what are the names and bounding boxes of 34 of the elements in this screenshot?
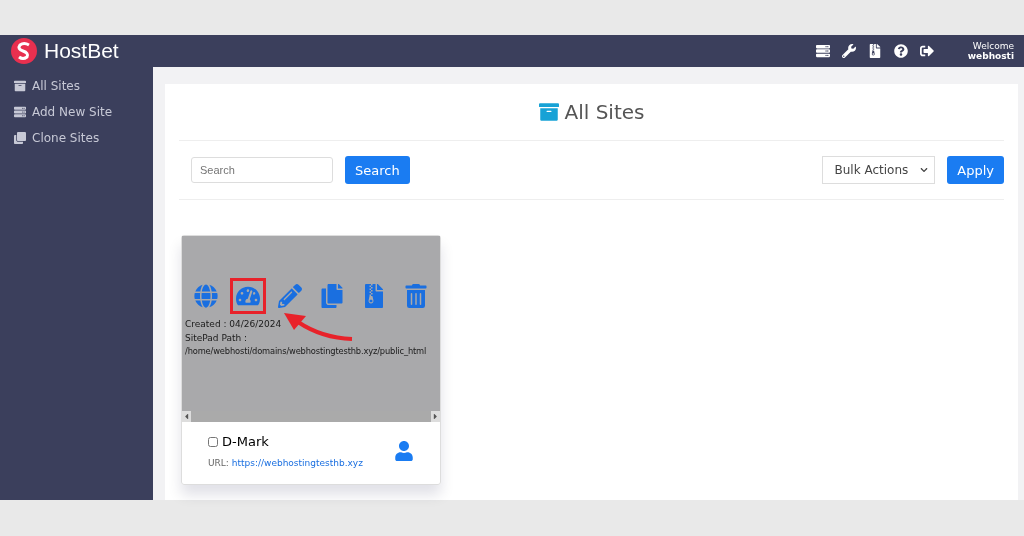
site-checkbox[interactable] (208, 436, 218, 447)
welcome-text: Welcome (972, 41, 1014, 51)
site-url-link[interactable]: https://webhostingtesthb.xyz (231, 458, 363, 468)
wrench-icon[interactable] (841, 44, 856, 58)
logout-icon[interactable] (919, 44, 934, 58)
site-name: D-Mark (222, 434, 269, 449)
archive-icon (538, 102, 559, 122)
page-title: All Sites (564, 100, 645, 124)
sidebar-item[interactable]: All Sites (0, 77, 153, 95)
created-date: Created : 04/26/2024 (185, 318, 283, 331)
chevron-down-icon (920, 166, 929, 174)
search-button[interactable]: Search (345, 156, 410, 184)
sidebar-item[interactable]: Add New Site (0, 103, 153, 121)
arrow-icon (282, 312, 354, 342)
username: webhosti (967, 51, 1014, 61)
bulk-actions-select[interactable]: Bulk Actions (821, 156, 936, 184)
help-icon[interactable] (893, 44, 908, 58)
server-icon[interactable] (815, 44, 830, 58)
path-label: SitePad Path : (185, 331, 249, 345)
server-icon (14, 106, 26, 118)
sidebar-item[interactable]: Clone Sites (0, 129, 153, 147)
user-icon[interactable] (394, 441, 414, 461)
zip-file-icon[interactable] (867, 44, 882, 58)
clone-icon (14, 132, 26, 144)
caret-right-icon[interactable] (431, 412, 440, 421)
brand-name: HostBet (44, 39, 119, 63)
search-field[interactable]: Search (191, 157, 333, 183)
url-label: URL: (208, 458, 229, 468)
logo-icon (10, 37, 38, 65)
caret-left-icon[interactable] (182, 412, 191, 421)
path-value: /home/webhosti/domains/webhostingtesthb.xyz/public_html (185, 345, 427, 358)
archive-icon (14, 80, 26, 92)
horizontal-scrollbar[interactable] (182, 411, 440, 422)
apply-button[interactable]: Apply (947, 156, 1004, 184)
